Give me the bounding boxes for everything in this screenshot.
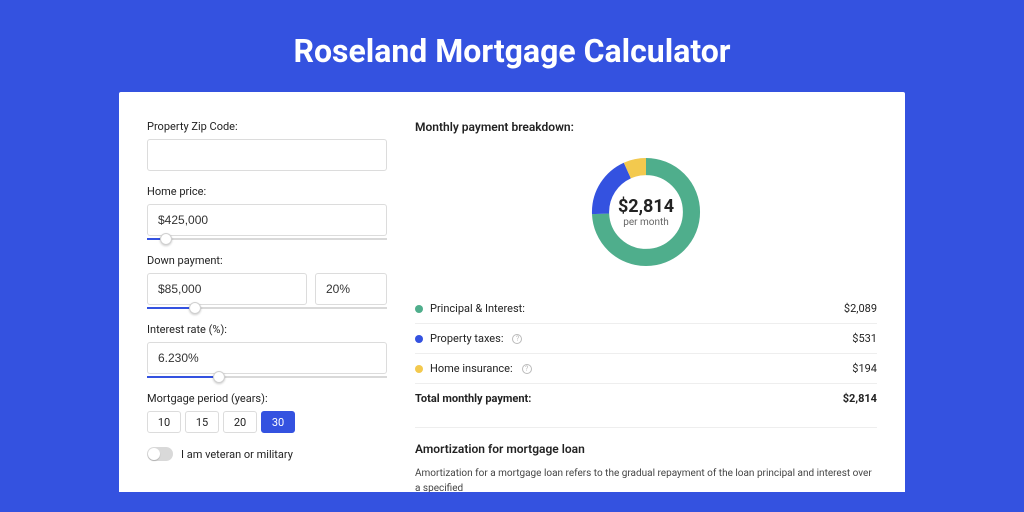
zip-group: Property Zip Code:: [147, 120, 387, 171]
donut-center: $2,814 per month: [586, 152, 706, 272]
down-payment-slider-fill: [147, 307, 195, 309]
down-payment-label: Down payment:: [147, 254, 387, 267]
legend-label: Property taxes:: [430, 332, 503, 345]
veteran-row: I am veteran or military: [147, 447, 387, 461]
period-btn-20[interactable]: 20: [223, 411, 257, 433]
legend-label: Home insurance:: [430, 362, 513, 375]
period-btn-30[interactable]: 30: [261, 411, 295, 433]
period-label: Mortgage period (years):: [147, 392, 387, 405]
down-payment-slider-handle[interactable]: [189, 302, 201, 314]
legend-value: $531: [852, 332, 877, 345]
legend-dot-icon: [415, 305, 423, 313]
veteran-toggle[interactable]: [147, 447, 173, 461]
amortization-block: Amortization for mortgage loan Amortizat…: [415, 427, 877, 492]
legend-row-1: Property taxes:? $531: [415, 324, 877, 354]
interest-slider-handle[interactable]: [213, 371, 225, 383]
legend-value: $2,089: [844, 302, 877, 315]
down-payment-group: Down payment:: [147, 254, 387, 309]
period-btn-10[interactable]: 10: [147, 411, 181, 433]
page-title: Roseland Mortgage Calculator: [0, 0, 1024, 92]
amortization-text: Amortization for a mortgage loan refers …: [415, 466, 877, 492]
home-price-group: Home price:: [147, 185, 387, 240]
donut-amount: $2,814: [618, 196, 674, 217]
legend-value: $194: [852, 362, 877, 375]
period-group: Mortgage period (years): 10152030: [147, 392, 387, 433]
donut-chart-wrap: $2,814 per month: [415, 152, 877, 272]
interest-group: Interest rate (%):: [147, 323, 387, 378]
home-price-slider[interactable]: [147, 238, 387, 240]
zip-label: Property Zip Code:: [147, 120, 387, 133]
breakdown-title: Monthly payment breakdown:: [415, 120, 877, 134]
total-value: $2,814: [843, 392, 877, 405]
help-icon[interactable]: ?: [512, 334, 522, 344]
form-column: Property Zip Code: Home price: Down paym…: [147, 120, 387, 492]
breakdown-column: Monthly payment breakdown: $2,814 per mo…: [415, 120, 877, 492]
zip-input[interactable]: [147, 139, 387, 171]
down-payment-amount-input[interactable]: [147, 273, 307, 305]
donut-chart: $2,814 per month: [586, 152, 706, 272]
home-price-input[interactable]: [147, 204, 387, 236]
total-row: Total monthly payment: $2,814: [415, 384, 877, 413]
interest-slider[interactable]: [147, 376, 387, 378]
home-price-label: Home price:: [147, 185, 387, 198]
legend-row-0: Principal & Interest: $2,089: [415, 294, 877, 324]
down-payment-percent-input[interactable]: [315, 273, 387, 305]
help-icon[interactable]: ?: [522, 364, 532, 374]
down-payment-slider[interactable]: [147, 307, 387, 309]
home-price-slider-handle[interactable]: [160, 233, 172, 245]
amortization-title: Amortization for mortgage loan: [415, 442, 877, 456]
legend-dot-icon: [415, 335, 423, 343]
interest-input[interactable]: [147, 342, 387, 374]
period-btn-15[interactable]: 15: [185, 411, 219, 433]
legend-dot-icon: [415, 365, 423, 373]
total-label: Total monthly payment:: [415, 392, 531, 405]
interest-label: Interest rate (%):: [147, 323, 387, 336]
calculator-panel: Property Zip Code: Home price: Down paym…: [119, 92, 905, 492]
veteran-label: I am veteran or military: [181, 448, 293, 461]
interest-slider-fill: [147, 376, 219, 378]
donut-sub: per month: [623, 217, 669, 228]
legend-label: Principal & Interest:: [430, 302, 525, 315]
legend-row-2: Home insurance:? $194: [415, 354, 877, 384]
veteran-toggle-knob: [148, 448, 160, 460]
